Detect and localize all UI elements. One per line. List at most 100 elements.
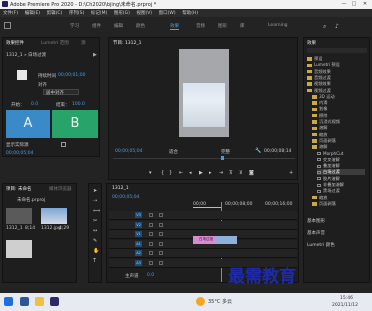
effects-tree-item[interactable]: 页面剥落 bbox=[312, 138, 336, 144]
project-search-input[interactable]: 未命名.prproj bbox=[17, 197, 45, 203]
effects-tree-item[interactable]: 交叉溶解 bbox=[317, 157, 340, 163]
effects-tree-item[interactable]: 擦除 bbox=[312, 113, 327, 119]
step-back-icon[interactable]: ◂ bbox=[189, 170, 192, 176]
selection-tool-icon[interactable]: ➤ bbox=[93, 188, 97, 194]
menu-file[interactable]: 文件(F) bbox=[3, 11, 18, 16]
bell-icon[interactable]: ♪ bbox=[335, 23, 339, 30]
mark-out-icon[interactable]: } bbox=[169, 170, 172, 176]
close-button[interactable]: ✕ bbox=[361, 1, 369, 8]
track-target-button[interactable]: A2 bbox=[135, 250, 142, 256]
track-target-button[interactable]: V2 bbox=[135, 221, 142, 228]
search-icon[interactable]: ⌕ bbox=[323, 23, 326, 31]
mark-in-icon[interactable]: { bbox=[161, 170, 164, 176]
go-to-in-icon[interactable]: ⇤ bbox=[179, 170, 183, 176]
clock-time[interactable]: 15:46 bbox=[340, 296, 353, 301]
effects-tree-item[interactable]: 胶片溶解 bbox=[317, 176, 340, 182]
zoom-dropdown[interactable]: 适合 bbox=[169, 149, 191, 155]
playhead-timecode[interactable]: 00;00;05;04 bbox=[115, 149, 142, 154]
effects-tree-item[interactable]: Lumetri 预设 bbox=[307, 62, 340, 68]
effects-tree-item[interactable]: 页面剥落 bbox=[312, 201, 336, 207]
menu-sequence[interactable]: 序列(S) bbox=[69, 11, 84, 16]
workspace-learning[interactable]: Learning bbox=[268, 23, 288, 28]
section-lumetri-color[interactable]: Lumetri 颜色 bbox=[307, 242, 335, 248]
track-visibility-icon[interactable] bbox=[159, 260, 163, 265]
menu-edit[interactable]: 编辑(E) bbox=[25, 11, 40, 16]
play-icon[interactable]: ▶ bbox=[199, 170, 203, 176]
alignment-dropdown[interactable]: 居中对齐 bbox=[43, 89, 79, 96]
track-lock-icon[interactable] bbox=[149, 213, 153, 217]
effects-tree-item[interactable]: 白场过渡 bbox=[317, 169, 365, 176]
workspace-libraries[interactable]: 库 bbox=[240, 23, 245, 29]
premiere-icon[interactable] bbox=[50, 297, 59, 306]
hand-tool-icon[interactable]: ✋ bbox=[93, 248, 99, 254]
home-icon[interactable] bbox=[4, 22, 11, 29]
end-value[interactable]: 100.0 bbox=[72, 102, 85, 107]
tab-effect-controls[interactable]: 效果控件 bbox=[6, 40, 24, 46]
effects-tree-item[interactable]: 溶解 bbox=[312, 144, 327, 150]
workspace-assembly[interactable]: 组件 bbox=[92, 23, 101, 29]
timeline-timecode[interactable]: 00;00;05;04 bbox=[112, 195, 139, 200]
effects-tree-item[interactable]: 音频过渡 bbox=[307, 75, 331, 81]
minimize-button[interactable]: — bbox=[340, 1, 348, 8]
menu-help[interactable]: 帮助(H) bbox=[182, 11, 198, 16]
tab-source[interactable]: 源 bbox=[81, 40, 86, 46]
track-select-tool-icon[interactable]: ⇢ bbox=[93, 198, 97, 204]
razor-tool-icon[interactable]: ✂ bbox=[93, 218, 97, 224]
slip-tool-icon[interactable]: ↔ bbox=[93, 228, 97, 234]
workspace-graphics[interactable]: 图形 bbox=[218, 23, 227, 29]
add-marker-icon[interactable]: ▾ bbox=[149, 170, 152, 176]
track-lock-icon[interactable] bbox=[149, 222, 153, 227]
effects-tree-item[interactable]: 黑场过渡 bbox=[317, 188, 340, 194]
ripple-edit-tool-icon[interactable]: ⟺ bbox=[93, 208, 100, 214]
workspace-audio[interactable]: 音频 bbox=[196, 23, 205, 29]
tab-media-browser[interactable]: 媒体浏览器 bbox=[49, 186, 72, 192]
menu-marker[interactable]: 标记(M) bbox=[91, 11, 107, 16]
wrench-icon[interactable]: 🔧 bbox=[255, 148, 261, 154]
effects-search-input[interactable] bbox=[307, 48, 367, 53]
video-clip[interactable] bbox=[215, 236, 237, 244]
effects-panel-title[interactable]: 效果 bbox=[307, 40, 316, 46]
effects-tree-item[interactable]: 音频效果 bbox=[307, 69, 331, 75]
maximize-button[interactable]: □ bbox=[350, 1, 358, 8]
track-visibility-icon[interactable] bbox=[159, 251, 163, 255]
effects-tree-item[interactable]: 视频过渡 bbox=[307, 88, 331, 94]
track-lock-icon[interactable] bbox=[149, 241, 153, 246]
effects-tree-item[interactable]: 缩放 bbox=[312, 195, 327, 201]
effect-controls-timecode[interactable]: 00;00;05;04 bbox=[6, 151, 33, 156]
word-icon[interactable] bbox=[20, 297, 29, 306]
project-item-thumbnail[interactable] bbox=[6, 240, 32, 258]
track-lock-icon[interactable] bbox=[149, 260, 153, 265]
start-value[interactable]: 0.0 bbox=[31, 102, 38, 107]
menu-clip[interactable]: 剪辑(C) bbox=[47, 11, 63, 16]
type-tool-icon[interactable]: T bbox=[93, 258, 96, 264]
export-frame-icon[interactable]: ◙ bbox=[249, 170, 254, 176]
menu-window[interactable]: 窗口(W) bbox=[159, 11, 176, 16]
track-visibility-icon[interactable] bbox=[159, 241, 163, 246]
master-volume-value[interactable]: 0.0 bbox=[147, 273, 154, 278]
tab-project[interactable]: 项目: 未命名 bbox=[6, 186, 31, 192]
effects-tree-item[interactable]: 缩放 bbox=[312, 132, 327, 138]
track-target-button[interactable]: A1 bbox=[135, 240, 142, 247]
project-item-thumbnail[interactable] bbox=[41, 208, 67, 224]
weather-text[interactable]: 35°C 多云 bbox=[208, 298, 232, 305]
effects-tree-item[interactable]: 3D 运动 bbox=[312, 94, 335, 100]
track-visibility-icon[interactable] bbox=[159, 222, 163, 227]
scrub-bar[interactable] bbox=[113, 158, 295, 159]
effects-tree-item[interactable]: 视频效果 bbox=[307, 81, 331, 87]
go-to-out-icon[interactable]: ⇥ bbox=[219, 170, 223, 176]
tab-lumetri-scopes[interactable]: Lumetri 范围 bbox=[41, 40, 69, 46]
menu-graphics[interactable]: 图形(G) bbox=[114, 11, 130, 16]
play-transition-icon[interactable]: ▶ bbox=[93, 52, 97, 58]
track-visibility-icon[interactable] bbox=[159, 213, 163, 217]
folder-icon[interactable] bbox=[35, 297, 44, 306]
project-item-thumbnail[interactable] bbox=[6, 208, 32, 224]
workspace-color[interactable]: 颜色 bbox=[136, 23, 145, 29]
quality-dropdown[interactable]: 完整 bbox=[221, 149, 230, 155]
pen-tool-icon[interactable]: ✎ bbox=[93, 238, 97, 244]
effects-tree-item[interactable]: 溶解 bbox=[312, 125, 327, 131]
effects-tree-item[interactable]: 划像 bbox=[312, 106, 327, 112]
clock-date[interactable]: 2021/11/12 bbox=[332, 303, 358, 308]
track-lock-icon[interactable] bbox=[149, 251, 153, 255]
playhead-marker[interactable] bbox=[221, 156, 224, 160]
windows-start-icon[interactable] bbox=[4, 297, 13, 306]
